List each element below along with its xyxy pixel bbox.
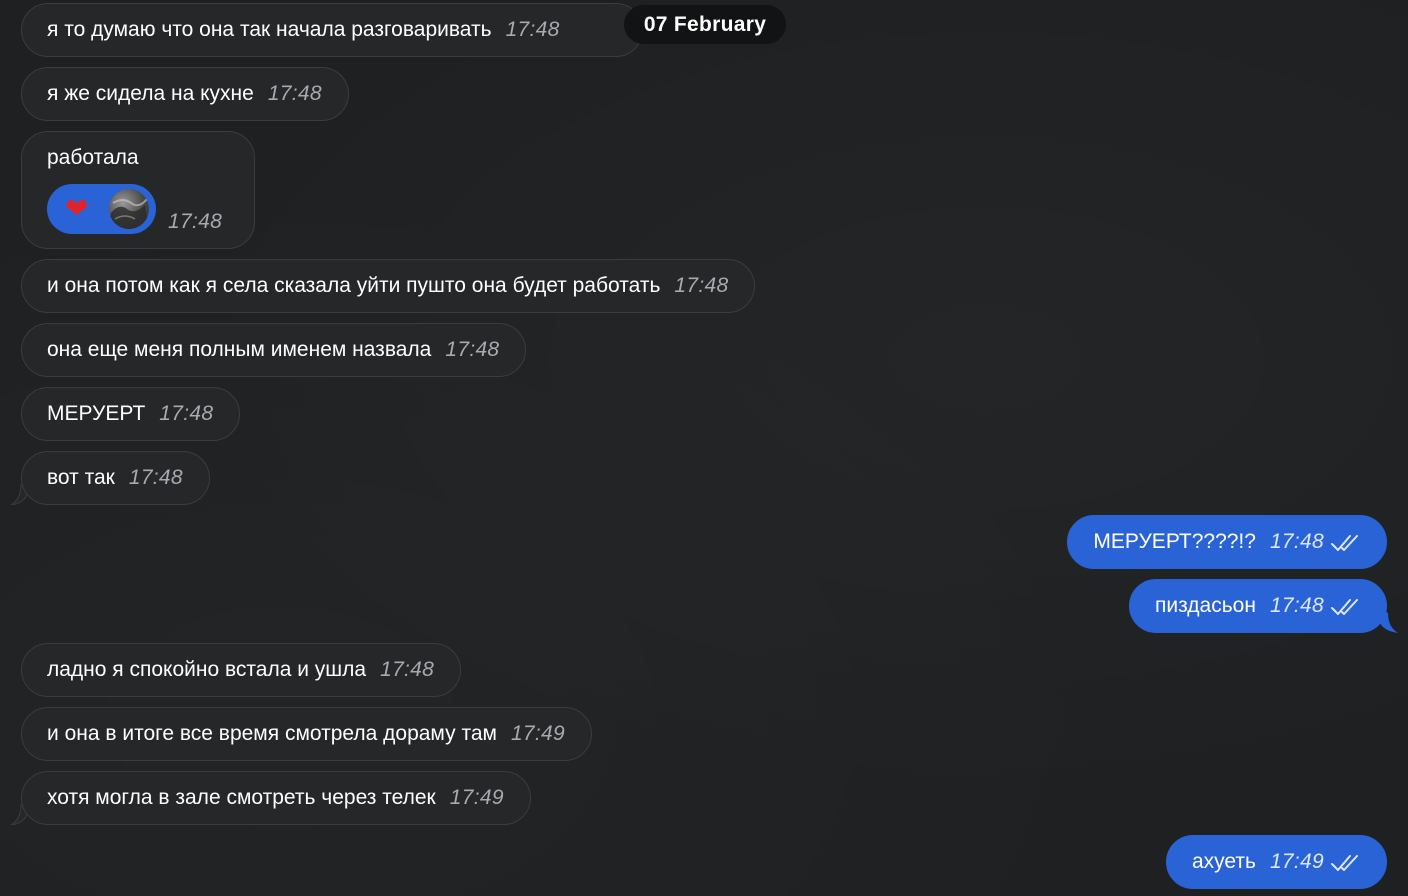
message-incoming[interactable]: и она в итоге все время смотрела дораму …	[21, 707, 593, 761]
message-incoming[interactable]: вот так 17:48	[21, 451, 210, 505]
message-time: 17:48	[1269, 530, 1324, 553]
message-incoming[interactable]: она еще меня полным именем назвала 17:48	[21, 323, 527, 377]
date-separator: 07 February	[624, 5, 786, 44]
message-incoming[interactable]: МЕРУЕРТ 17:48	[21, 387, 241, 441]
message-time: 17:48	[505, 18, 560, 41]
message-time: 17:48	[674, 274, 729, 297]
message-text: работала	[47, 146, 139, 169]
message-outgoing[interactable]: пиздасьон 17:48	[1129, 579, 1387, 633]
message-text: она еще меня полным именем назвала	[47, 338, 432, 361]
message-time: 17:48	[267, 82, 322, 105]
message-time: 17:49	[449, 786, 504, 809]
message-incoming[interactable]: хотя могла в зале смотреть через телек 1…	[21, 771, 531, 825]
message-text: вот так	[47, 466, 115, 489]
message-text: я то думаю что она так начала разговарив…	[47, 18, 492, 41]
avatar	[109, 189, 149, 229]
message-text: пиздасьон	[1155, 594, 1256, 617]
message-text: я же сидела на кухне	[47, 82, 254, 105]
double-check-icon	[1331, 599, 1358, 615]
message-incoming[interactable]: я то думаю что она так начала разговарив…	[21, 3, 643, 57]
message-text: и она в итоге все время смотрела дораму …	[47, 722, 497, 745]
message-incoming[interactable]: работала ❤ 17:48	[21, 131, 255, 249]
message-time: 17:48	[128, 466, 183, 489]
message-time: 17:48	[168, 210, 223, 233]
message-text: ахуеть	[1191, 850, 1256, 873]
double-check-icon	[1331, 855, 1358, 871]
reaction-chip[interactable]: ❤	[47, 184, 156, 234]
message-incoming[interactable]: я же сидела на кухне 17:48	[21, 67, 349, 121]
message-text: ладно я спокойно встала и ушла	[47, 658, 367, 681]
message-outgoing[interactable]: ахуеть 17:49	[1165, 835, 1387, 889]
message-text: МЕРУЕРТ	[47, 402, 146, 425]
message-incoming[interactable]: ладно я спокойно встала и ушла 17:48	[21, 643, 462, 697]
message-text: МЕРУЕРТ????!?	[1093, 530, 1256, 553]
message-time: 17:49	[510, 722, 566, 745]
message-text: и она потом как я села сказала уйти пушт…	[47, 274, 661, 297]
message-time: 17:48	[159, 402, 214, 425]
message-outgoing[interactable]: МЕРУЕРТ????!? 17:48	[1067, 515, 1387, 569]
message-time: 17:48	[1269, 594, 1324, 617]
message-incoming[interactable]: и она потом как я села сказала уйти пушт…	[21, 259, 756, 313]
heart-icon: ❤	[65, 193, 89, 224]
double-check-icon	[1331, 535, 1358, 551]
message-time: 17:49	[1269, 850, 1324, 873]
message-time: 17:48	[380, 658, 435, 681]
message-time: 17:48	[445, 338, 500, 361]
message-text: хотя могла в зале смотреть через телек	[47, 786, 436, 809]
